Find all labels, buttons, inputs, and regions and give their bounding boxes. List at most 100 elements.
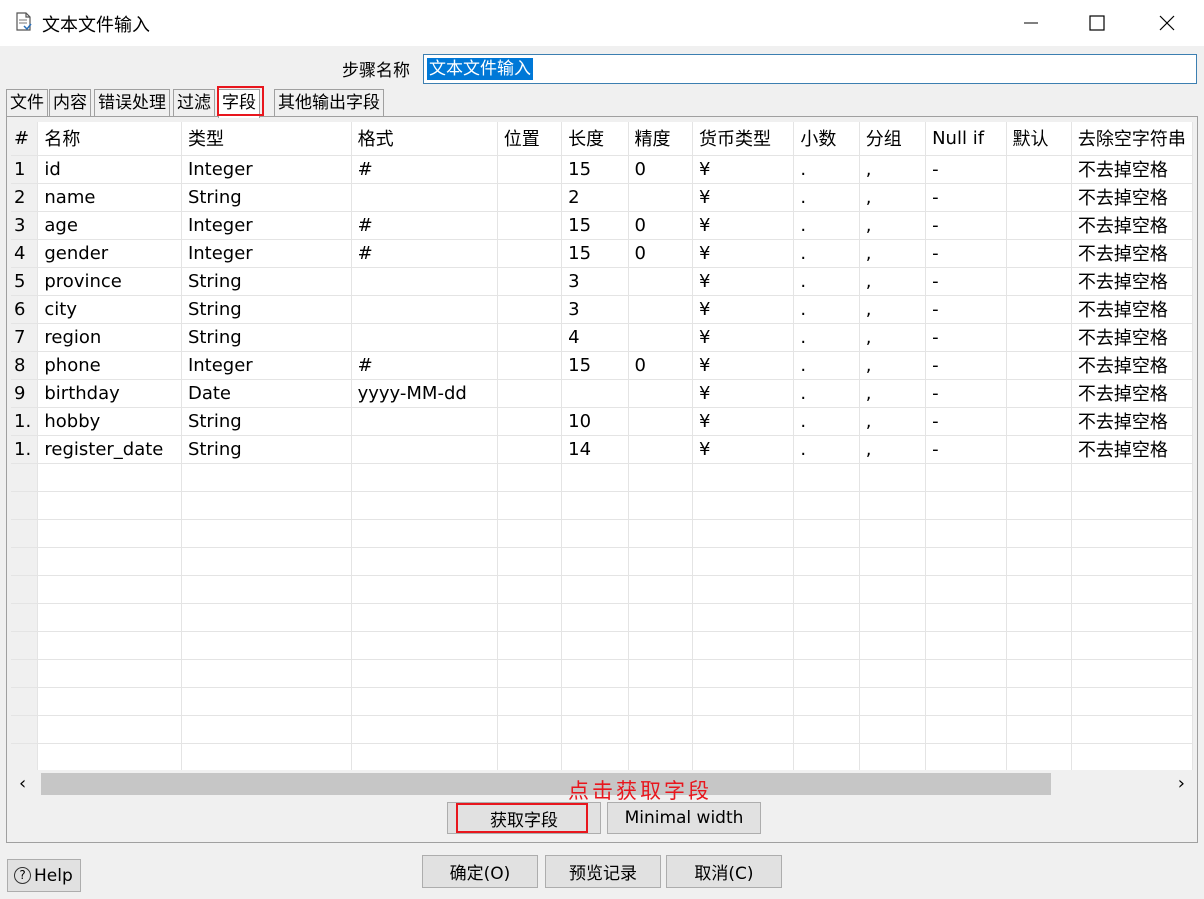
row-number-cell[interactable]: 8	[11, 351, 39, 380]
table-cell[interactable]	[1006, 183, 1072, 212]
table-cell[interactable]: 不去掉空格	[1071, 295, 1193, 324]
table-cell[interactable]	[1006, 351, 1072, 380]
table-cell[interactable]: -	[925, 211, 1007, 240]
column-header[interactable]: 货币类型	[692, 122, 795, 156]
column-header[interactable]: Null if	[925, 122, 1007, 156]
table-cell[interactable]: .	[793, 379, 860, 408]
row-number-cell[interactable]: 9	[11, 379, 39, 408]
ok-button[interactable]: 确定(O)	[422, 855, 538, 888]
table-cell[interactable]: .	[793, 407, 860, 436]
column-header[interactable]: 格式	[351, 122, 498, 156]
table-row[interactable]: 1. hobby String 10 ¥., - 不去掉空格	[11, 407, 1193, 436]
table-cell[interactable]: ,	[859, 155, 927, 184]
table-row[interactable]: 1. register_date String 14 ¥., - 不去掉空格	[11, 435, 1193, 464]
table-cell[interactable]: 2	[561, 183, 629, 212]
table-cell[interactable]: 不去掉空格	[1071, 407, 1193, 436]
table-row[interactable]: 9 birthday Date yyyy-MM-dd ¥., - 不去掉空格	[11, 379, 1193, 408]
table-cell[interactable]: 15	[561, 239, 629, 268]
table-cell[interactable]: province	[37, 267, 182, 296]
column-header[interactable]: 分组	[859, 122, 927, 156]
table-cell[interactable]: hobby	[37, 407, 182, 436]
table-cell[interactable]: city	[37, 295, 182, 324]
table-cell[interactable]	[497, 267, 563, 296]
table-cell[interactable]: 不去掉空格	[1071, 211, 1193, 240]
row-number-cell[interactable]: 1	[11, 155, 39, 184]
column-header[interactable]: 名称	[37, 122, 182, 156]
table-cell[interactable]	[628, 323, 693, 352]
table-cell[interactable]: id	[37, 155, 182, 184]
table-cell[interactable]	[1006, 267, 1072, 296]
scroll-left-icon[interactable]: ‹	[19, 773, 26, 794]
table-cell[interactable]	[497, 435, 563, 464]
table-cell[interactable]: String	[181, 295, 352, 324]
table-cell[interactable]	[1006, 239, 1072, 268]
table-cell[interactable]: ,	[859, 183, 927, 212]
row-number-cell[interactable]: 1.	[11, 407, 39, 436]
table-cell[interactable]: #	[351, 351, 498, 380]
table-cell[interactable]	[351, 267, 498, 296]
table-cell[interactable]	[628, 183, 693, 212]
table-cell[interactable]: -	[925, 239, 1007, 268]
row-number-cell[interactable]: 6	[11, 295, 39, 324]
table-cell[interactable]	[1006, 295, 1072, 324]
table-cell[interactable]: phone	[37, 351, 182, 380]
table-cell[interactable]	[351, 323, 498, 352]
table-cell[interactable]: -	[925, 183, 1007, 212]
table-cell[interactable]: Integer	[181, 211, 352, 240]
table-cell[interactable]: ,	[859, 267, 927, 296]
row-number-cell[interactable]: 7	[11, 323, 39, 352]
table-cell[interactable]: #	[351, 211, 498, 240]
column-header[interactable]: 去除空字符串	[1071, 122, 1193, 156]
column-header[interactable]: 位置	[497, 122, 563, 156]
table-cell[interactable]: .	[793, 351, 860, 380]
table-cell[interactable]: ¥	[692, 155, 795, 184]
table-cell[interactable]: ¥	[692, 379, 795, 408]
table-cell[interactable]	[1006, 323, 1072, 352]
table-cell[interactable]: .	[793, 295, 860, 324]
table-cell[interactable]	[497, 407, 563, 436]
row-number-cell[interactable]: 4	[11, 239, 39, 268]
table-cell[interactable]: -	[925, 323, 1007, 352]
table-cell[interactable]: ,	[859, 239, 927, 268]
table-cell[interactable]	[628, 267, 693, 296]
tab-filter[interactable]: 过滤	[173, 89, 215, 117]
table-row[interactable]: 6 city String 3 ¥., - 不去掉空格	[11, 295, 1193, 324]
table-row[interactable]: 4 gender Integer #15 0 ¥., - 不去掉空格	[11, 239, 1193, 268]
table-cell[interactable]: 不去掉空格	[1071, 267, 1193, 296]
table-cell[interactable]: ,	[859, 323, 927, 352]
table-cell[interactable]: -	[925, 155, 1007, 184]
table-cell[interactable]: ¥	[692, 295, 795, 324]
column-header[interactable]: 精度	[628, 122, 693, 156]
table-cell[interactable]	[497, 155, 563, 184]
table-cell[interactable]: yyyy-MM-dd	[351, 379, 498, 408]
table-cell[interactable]	[497, 323, 563, 352]
close-button[interactable]	[1136, 0, 1198, 46]
table-cell[interactable]	[351, 435, 498, 464]
table-cell[interactable]: .	[793, 267, 860, 296]
table-cell[interactable]: 不去掉空格	[1071, 435, 1193, 464]
table-cell[interactable]: 15	[561, 351, 629, 380]
table-cell[interactable]: ,	[859, 407, 927, 436]
table-cell[interactable]: birthday	[37, 379, 182, 408]
table-cell[interactable]: Integer	[181, 351, 352, 380]
table-cell[interactable]: ¥	[692, 435, 795, 464]
table-cell[interactable]: Date	[181, 379, 352, 408]
table-cell[interactable]: .	[793, 239, 860, 268]
table-cell[interactable]: 0	[628, 211, 693, 240]
table-cell[interactable]: 不去掉空格	[1071, 239, 1193, 268]
table-cell[interactable]: ,	[859, 351, 927, 380]
table-cell[interactable]: String	[181, 183, 352, 212]
column-header[interactable]: 默认	[1006, 122, 1072, 156]
table-cell[interactable]: .	[793, 211, 860, 240]
table-cell[interactable]	[628, 379, 693, 408]
tab-file[interactable]: 文件	[6, 89, 48, 117]
table-cell[interactable]: ¥	[692, 239, 795, 268]
get-fields-button[interactable]: 获取字段	[447, 802, 601, 834]
table-cell[interactable]: 0	[628, 155, 693, 184]
row-number-cell[interactable]: 2	[11, 183, 39, 212]
table-cell[interactable]: 15	[561, 155, 629, 184]
table-cell[interactable]: 不去掉空格	[1071, 351, 1193, 380]
table-cell[interactable]	[1006, 407, 1072, 436]
row-number-cell[interactable]: 5	[11, 267, 39, 296]
table-cell[interactable]	[351, 407, 498, 436]
